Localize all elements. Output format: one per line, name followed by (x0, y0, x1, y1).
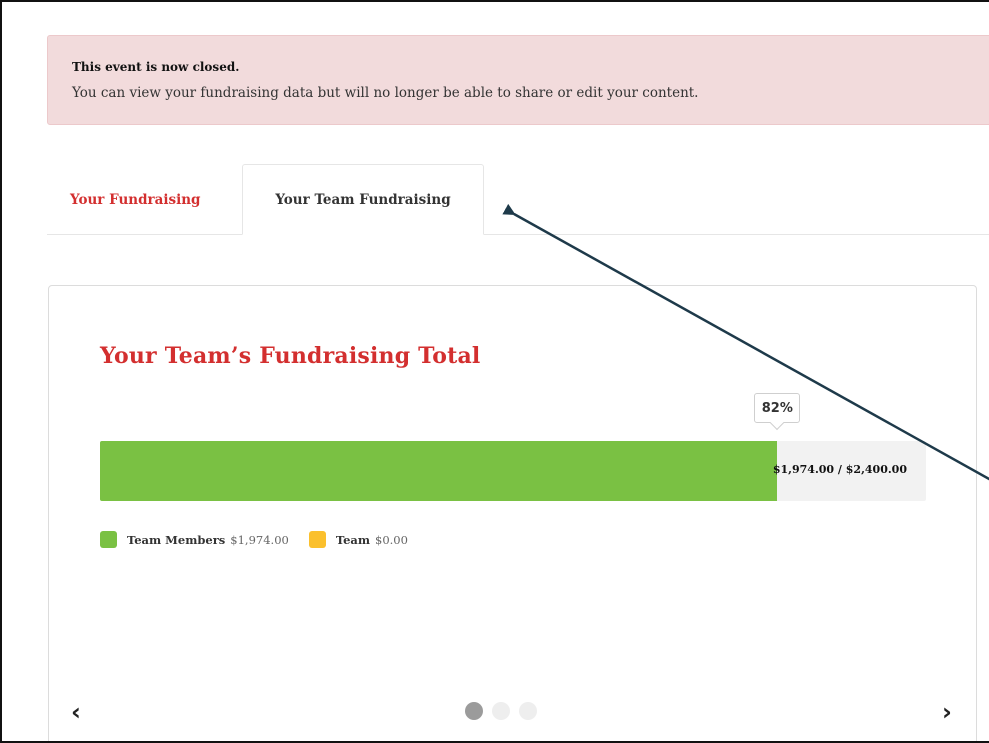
legend-value-team-members: $1,974.00 (230, 532, 289, 547)
carousel-dots (465, 702, 546, 720)
legend-swatch-team-members (100, 531, 117, 548)
legend-value-team: $0.00 (375, 532, 408, 547)
carousel-next-button[interactable]: › (937, 700, 957, 724)
legend-swatch-team (308, 531, 326, 548)
card-title: Your Team’s Fundraising Total (100, 343, 481, 369)
carousel-prev-button[interactable]: ‹ (66, 700, 86, 724)
progress-bar: $1,974.00 / $2,400.00 (100, 441, 926, 501)
tab-your-fundraising[interactable]: Your Fundraising (52, 164, 235, 235)
progress-legend: Team Members $1,974.00 Team $0.00 (100, 531, 428, 548)
tab-your-team-fundraising[interactable]: Your Team Fundraising (242, 164, 484, 235)
alert-title: This event is now closed. (72, 60, 240, 74)
progress-amount-text: $1,974.00 / $2,400.00 (772, 463, 907, 476)
carousel-dot[interactable] (465, 702, 483, 720)
carousel-dot[interactable] (519, 702, 537, 720)
alert-message: You can view your fundraising data but w… (72, 85, 699, 101)
carousel-dot[interactable] (492, 702, 510, 720)
progress-bar-fill (100, 441, 778, 501)
legend-label-team: Team (335, 532, 371, 547)
event-closed-alert: This event is now closed. You can view y… (47, 35, 989, 125)
progress-percent-badge: 82% (754, 393, 801, 423)
team-fundraising-card: Your Team’s Fundraising Total 82% $1,974… (48, 285, 977, 741)
screenshot-frame: This event is now closed. You can view y… (0, 0, 989, 743)
legend-label-team-members: Team Members (127, 532, 226, 547)
